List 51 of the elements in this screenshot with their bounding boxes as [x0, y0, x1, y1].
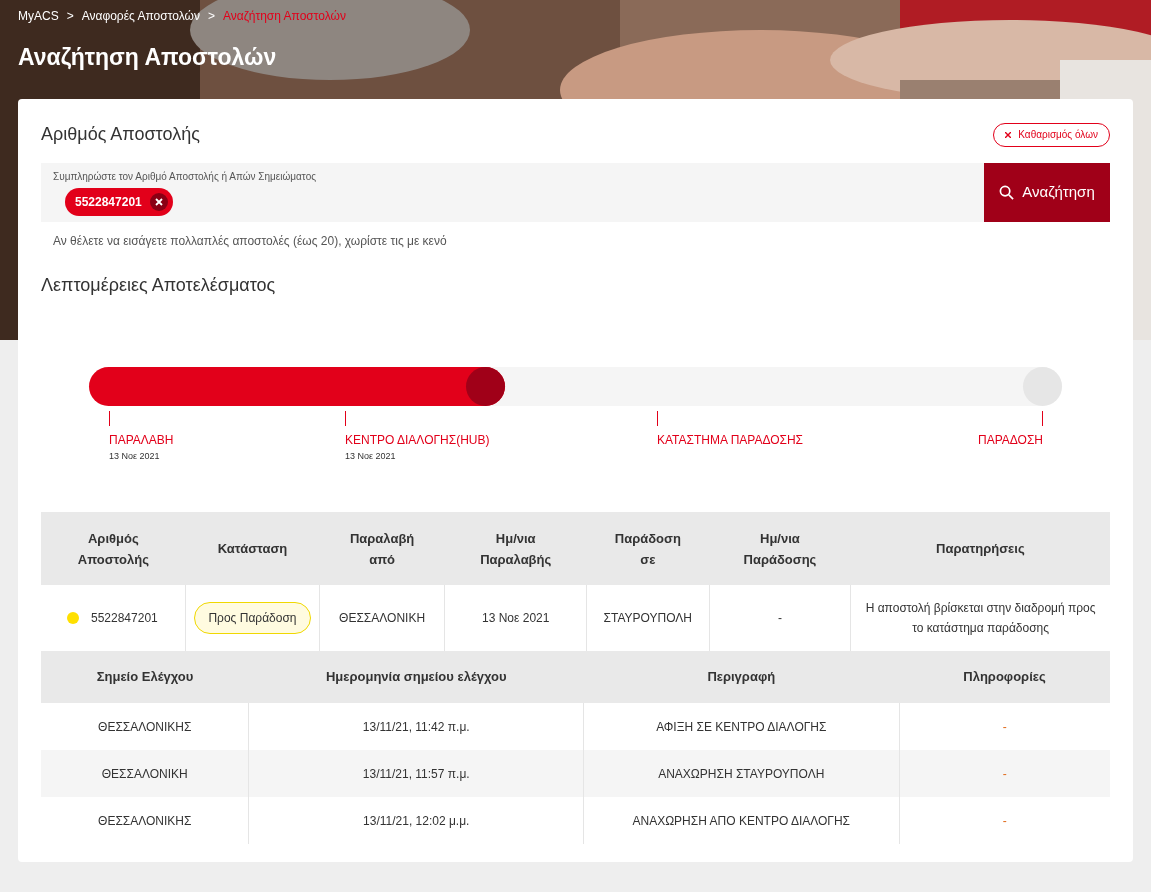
breadcrumb-separator: >	[207, 8, 215, 25]
number-chip[interactable]: 5522847201	[65, 188, 173, 216]
column-header: Ημ/νια Παραλαβής	[444, 512, 587, 585]
column-header: Παρατηρήσεις	[850, 512, 1110, 585]
search-icon	[999, 185, 1015, 200]
table-cell: ΘΕΣΣΑΛΟΝΙΚΗΣ	[41, 797, 249, 844]
column-header: Παράδοση σε	[586, 512, 710, 585]
shipment-number: 5522847201	[91, 610, 158, 627]
hint-text: Αν θέλετε να εισάγετε πολλαπλές αποστολές (έως 20), χωρίστε τις με κενό	[53, 233, 448, 250]
table-cell: 13/11/21, 12:02 μ.μ.	[248, 797, 584, 844]
table-cell: 13/11/21, 11:42 π.μ.	[248, 703, 584, 750]
column-header: Κατάσταση	[185, 512, 320, 585]
milestone-tick	[109, 411, 110, 426]
milestone-tick	[345, 411, 346, 426]
table-cell: ΑΝΑΧΩΡΗΣΗ ΑΠΟ ΚΕΝΤΡΟ ΔΙΑΛΟΓΗΣ	[583, 797, 899, 844]
breadcrumb-separator: >	[66, 8, 74, 25]
table-cell: ΑΦΙΞΗ ΣΕ ΚΕΝΤΡΟ ΔΙΑΛΟΓΗΣ	[583, 703, 899, 750]
column-header: Ημ/νια Παράδοσης	[709, 512, 851, 585]
search-button[interactable]: Αναζήτηση	[984, 163, 1110, 222]
milestone-date: 13 Νοε 2021	[109, 450, 160, 463]
table-cell: ΘΕΣΣΑΛΟΝΙΚΗΣ	[41, 703, 249, 750]
column-header: Αριθμός Αποστολής	[41, 512, 186, 585]
milestone-label: ΠΑΡΑΛΑΒΗ	[109, 432, 174, 449]
table-cell: Η αποστολή βρίσκεται στην διαδρομή προς το κατάστημα παράδοσης	[850, 585, 1110, 651]
breadcrumb-link[interactable]: MyACS	[18, 7, 59, 25]
milestone-label: ΠΑΡΑΔΟΣΗ	[978, 432, 1043, 449]
column-header: Περιγραφή	[583, 651, 899, 703]
table-cell: ΑΝΑΧΩΡΗΣΗ ΣΤΑΥΡΟΥΠΟΛΗ	[583, 750, 899, 797]
remove-icon[interactable]	[149, 193, 168, 211]
shipment-number-field[interactable]: Συμπληρώστε τον Αριθμό Αποστολής ή Απών Σημειώματος 5522847201	[41, 163, 984, 222]
column-header: Παραλαβή από	[319, 512, 445, 585]
milestone-label: ΚΕΝΤΡΟ ΔΙΑΛΟΓΗΣ(HUB)	[345, 432, 490, 449]
column-header: Ημερομηνία σημείου ελέγχου	[248, 651, 584, 703]
milestone-label: ΚΑΤΑΣΤΗΜΑ ΠΑΡΑΔΟΣΗΣ	[657, 432, 804, 449]
end-knob	[1023, 367, 1062, 406]
table-cell: -	[899, 750, 1110, 797]
table-cell: -	[899, 703, 1110, 750]
milestone-tick	[657, 411, 658, 426]
status-badge: Προς Παράδοση	[194, 602, 311, 634]
section-heading: Λεπτομέρειες Αποτελέσματος	[41, 274, 277, 297]
milestone-date: 13 Νοε 2021	[345, 450, 396, 463]
close-icon	[1005, 131, 1012, 138]
table-cell: -	[899, 797, 1110, 844]
page-title: Αναζήτηση Αποστολών	[18, 43, 278, 72]
column-header: Πληροφορίες	[899, 651, 1110, 703]
section-heading: Αριθμός Αποστολής	[41, 123, 200, 146]
milestone-tick	[1042, 411, 1043, 426]
breadcrumb-link[interactable]: Αναφορές Αποστολών	[81, 7, 200, 25]
table-cell: ΘΕΣΣΑΛΟΝΙΚΗ	[41, 750, 249, 797]
column-header: Σημείο Ελέγχου	[41, 651, 249, 703]
table-cell: 13/11/21, 11:57 π.μ.	[248, 750, 584, 797]
